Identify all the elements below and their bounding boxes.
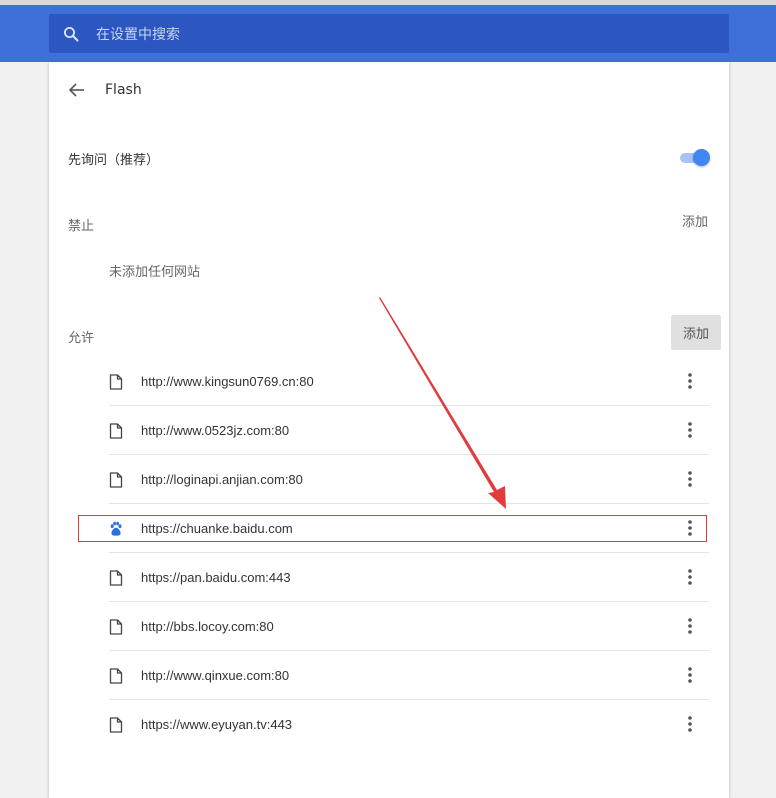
site-url[interactable]: http://www.kingsun0769.cn:80 bbox=[141, 374, 314, 389]
site-row: http://www.0523jz.com:80 bbox=[109, 406, 709, 455]
site-url[interactable]: https://pan.baidu.com:443 bbox=[141, 570, 291, 585]
ask-first-toggle[interactable] bbox=[678, 149, 710, 167]
toggle-knob bbox=[693, 149, 710, 166]
file-icon bbox=[109, 570, 123, 586]
more-vert-icon[interactable] bbox=[681, 567, 699, 587]
more-vert-icon[interactable] bbox=[681, 469, 699, 489]
file-icon bbox=[109, 668, 123, 684]
more-vert-icon[interactable] bbox=[681, 665, 699, 685]
settings-header-bar bbox=[0, 5, 776, 62]
file-icon bbox=[109, 717, 123, 733]
site-row: http://bbs.locoy.com:80 bbox=[109, 602, 709, 651]
site-row-highlighted: https://chuanke.baidu.com bbox=[109, 504, 709, 553]
site-url[interactable]: http://www.qinxue.com:80 bbox=[141, 668, 289, 683]
site-row: http://loginapi.anjian.com:80 bbox=[109, 455, 709, 504]
more-vert-icon[interactable] bbox=[681, 518, 699, 538]
search-box[interactable] bbox=[49, 14, 729, 55]
site-row: https://www.eyuyan.tv:443 bbox=[109, 700, 709, 749]
flash-settings-card: Flash 先询问（推荐） 禁止 添加 未添加任何网站 允许 添加 http:/… bbox=[49, 62, 729, 798]
allow-section-label: 允许 bbox=[68, 331, 95, 346]
more-vert-icon[interactable] bbox=[681, 616, 699, 636]
site-url[interactable]: http://loginapi.anjian.com:80 bbox=[141, 472, 303, 487]
baidu-paw-icon bbox=[110, 521, 122, 536]
file-icon bbox=[109, 472, 123, 488]
more-vert-icon[interactable] bbox=[681, 371, 699, 391]
site-url[interactable]: http://www.0523jz.com:80 bbox=[141, 423, 289, 438]
page-title: Flash bbox=[105, 82, 142, 98]
more-vert-icon[interactable] bbox=[681, 714, 699, 734]
site-url[interactable]: https://www.eyuyan.tv:443 bbox=[141, 717, 292, 732]
file-icon bbox=[109, 423, 123, 439]
arrow-left-icon[interactable] bbox=[67, 81, 87, 99]
allow-site-list: http://www.kingsun0769.cn:80 http://www.… bbox=[109, 357, 709, 749]
more-vert-icon[interactable] bbox=[681, 420, 699, 440]
site-row: http://www.kingsun0769.cn:80 bbox=[109, 357, 709, 406]
file-icon bbox=[109, 374, 123, 390]
block-add-button[interactable]: 添加 bbox=[675, 211, 715, 230]
site-url[interactable]: https://chuanke.baidu.com bbox=[141, 521, 293, 536]
search-icon bbox=[64, 27, 79, 42]
site-row: http://www.qinxue.com:80 bbox=[109, 651, 709, 700]
site-url[interactable]: http://bbs.locoy.com:80 bbox=[141, 619, 274, 634]
file-icon bbox=[109, 619, 123, 635]
search-input[interactable] bbox=[94, 14, 718, 55]
block-section-label: 禁止 bbox=[68, 219, 95, 234]
ask-first-label: 先询问（推荐） bbox=[68, 153, 160, 168]
block-empty-text: 未添加任何网站 bbox=[109, 265, 201, 280]
site-row: https://pan.baidu.com:443 bbox=[109, 553, 709, 602]
allow-add-button[interactable]: 添加 bbox=[671, 315, 721, 350]
